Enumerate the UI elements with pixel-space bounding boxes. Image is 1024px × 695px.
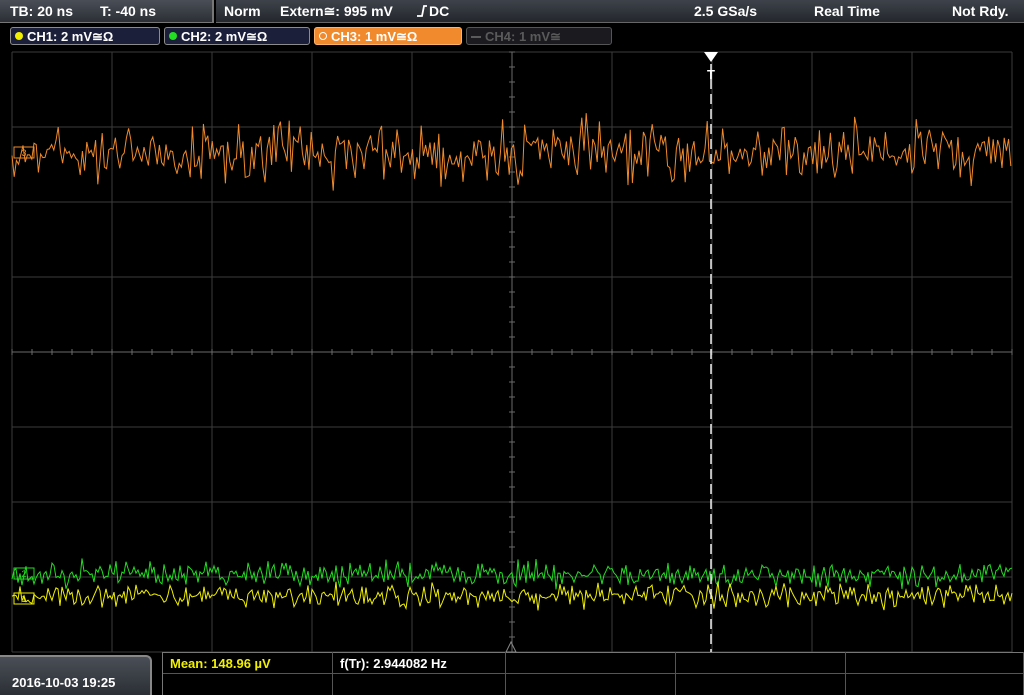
channel-bar: CH1: 2 mV≅Ω CH2: 2 mV≅Ω CH3: 1 mV≅Ω CH4:… <box>0 24 1024 48</box>
datetime-box: 2016-10-03 19:25 <box>0 655 152 695</box>
tab-ch3[interactable]: CH3: 1 mV≅Ω <box>314 27 462 45</box>
trigger-source-label: Extern≅: 995 mV <box>280 3 393 19</box>
frequency-measurement: f(Tr): 2.944082 Hz <box>340 656 447 671</box>
status-bar: TB: 20 ns T: -40 ns Norm Extern≅: 995 mV… <box>0 0 1024 24</box>
graticule: T 3 2 1 <box>0 50 1024 654</box>
waveform-display[interactable]: T 3 2 1 <box>0 50 1024 654</box>
ch4-label: CH4: 1 mV≅ <box>485 29 561 44</box>
status-label: Not Rdy. <box>952 3 1009 19</box>
tab-ch4[interactable]: CH4: 1 mV≅ <box>466 27 612 45</box>
trigger-edge-icon <box>416 3 428 19</box>
timebase-box[interactable]: TB: 20 ns T: -40 ns <box>0 0 214 23</box>
trigger-time-label: T: -40 ns <box>100 3 157 19</box>
ch3-dot-icon <box>319 32 327 40</box>
sample-rate-label: 2.5 GSa/s <box>694 3 758 19</box>
ch1-label: CH1: 2 mV≅Ω <box>27 29 114 44</box>
trigger-label: T <box>707 67 715 82</box>
ch2-label: CH2: 2 mV≅Ω <box>181 29 268 44</box>
measurement-panel[interactable]: Mean: 148.96 µV f(Tr): 2.944082 Hz <box>162 652 1024 695</box>
ch3-marker-label: 3 <box>21 148 26 158</box>
ch4-dash-icon <box>471 36 481 38</box>
timebase-label: TB: 20 ns <box>10 3 74 19</box>
trigger-coupling-label: DC <box>429 3 450 19</box>
ch2-dot-icon <box>169 32 177 40</box>
ch1-marker-label: 1 <box>21 594 26 604</box>
tab-ch1[interactable]: CH1: 2 mV≅Ω <box>10 27 160 45</box>
ch3-label: CH3: 1 mV≅Ω <box>331 29 418 44</box>
ch1-dot-icon <box>15 32 23 40</box>
mean-measurement: Mean: 148.96 µV <box>170 656 271 671</box>
time-mode-label: Real Time <box>814 3 880 19</box>
measurement-grid <box>162 652 1024 695</box>
tab-ch2[interactable]: CH2: 2 mV≅Ω <box>164 27 310 45</box>
datetime-label: 2016-10-03 19:25 <box>12 675 116 690</box>
acq-mode-label: Norm <box>224 3 261 19</box>
ch2-marker-label: 2 <box>21 569 26 579</box>
acquisition-info[interactable]: Norm Extern≅: 995 mV DC 2.5 GSa/s Real T… <box>216 0 1024 23</box>
